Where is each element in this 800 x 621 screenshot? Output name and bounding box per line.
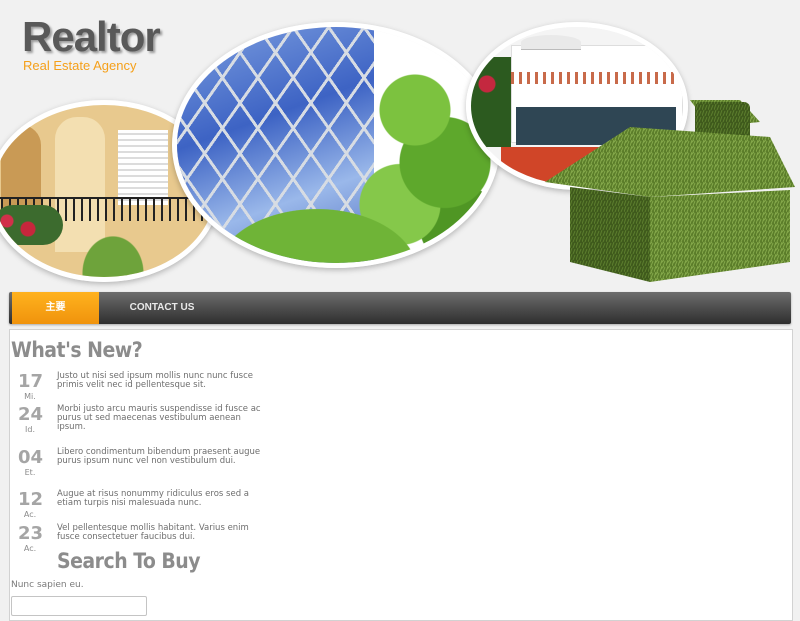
- news-text: Justo ut nisi sed ipsum mollis nunc nunc…: [57, 371, 254, 390]
- news-date: 17 Mi.: [18, 371, 44, 402]
- news-date: 23 Ac.: [18, 523, 44, 554]
- news-text: Libero condimentum bibendum praesent aug…: [57, 447, 261, 466]
- news-text: Augue at risus nonummy ridiculus eros se…: [57, 489, 250, 508]
- news-date: 24 Id.: [18, 404, 44, 435]
- news-month: Ac.: [23, 544, 37, 553]
- site-logo[interactable]: Realtor Real Estate Agency: [22, 13, 161, 74]
- news-date: 12 Ac.: [18, 489, 44, 520]
- site-subtitle: Real Estate Agency: [23, 58, 137, 73]
- news-month: Mi.: [24, 392, 36, 401]
- main-content: What's New? 17 Mi. Justo ut nisi sed ips…: [9, 329, 793, 621]
- glass-building-photo: [172, 22, 500, 268]
- nav-item-home[interactable]: 主要: [12, 292, 99, 324]
- news-text: Morbi justo arcu mauris suspendisse id f…: [57, 404, 261, 432]
- grass-house-image: [545, 100, 795, 282]
- news-day: 12: [18, 489, 44, 510]
- news-day: 23: [18, 523, 44, 544]
- search-description: Nunc sapien eu.: [11, 580, 84, 590]
- whats-new-heading: What's New?: [11, 338, 143, 362]
- search-input[interactable]: [11, 596, 147, 616]
- news-day: 24: [18, 404, 44, 425]
- news-text: Vel pellentesque mollis habitant. Varius…: [57, 523, 249, 542]
- search-heading: Search To Buy: [57, 549, 201, 573]
- nav-item-contact-us[interactable]: CONTACT US: [119, 292, 205, 324]
- main-nav: 主要 CONTACT US: [9, 292, 791, 324]
- site-title: Realtor: [22, 13, 161, 60]
- news-day: 17: [18, 371, 44, 392]
- news-month: Id.: [25, 425, 35, 434]
- news-month: Ac.: [23, 510, 37, 519]
- news-day: 04: [18, 447, 44, 468]
- news-month: Et.: [24, 468, 36, 477]
- news-date: 04 Et.: [18, 447, 44, 478]
